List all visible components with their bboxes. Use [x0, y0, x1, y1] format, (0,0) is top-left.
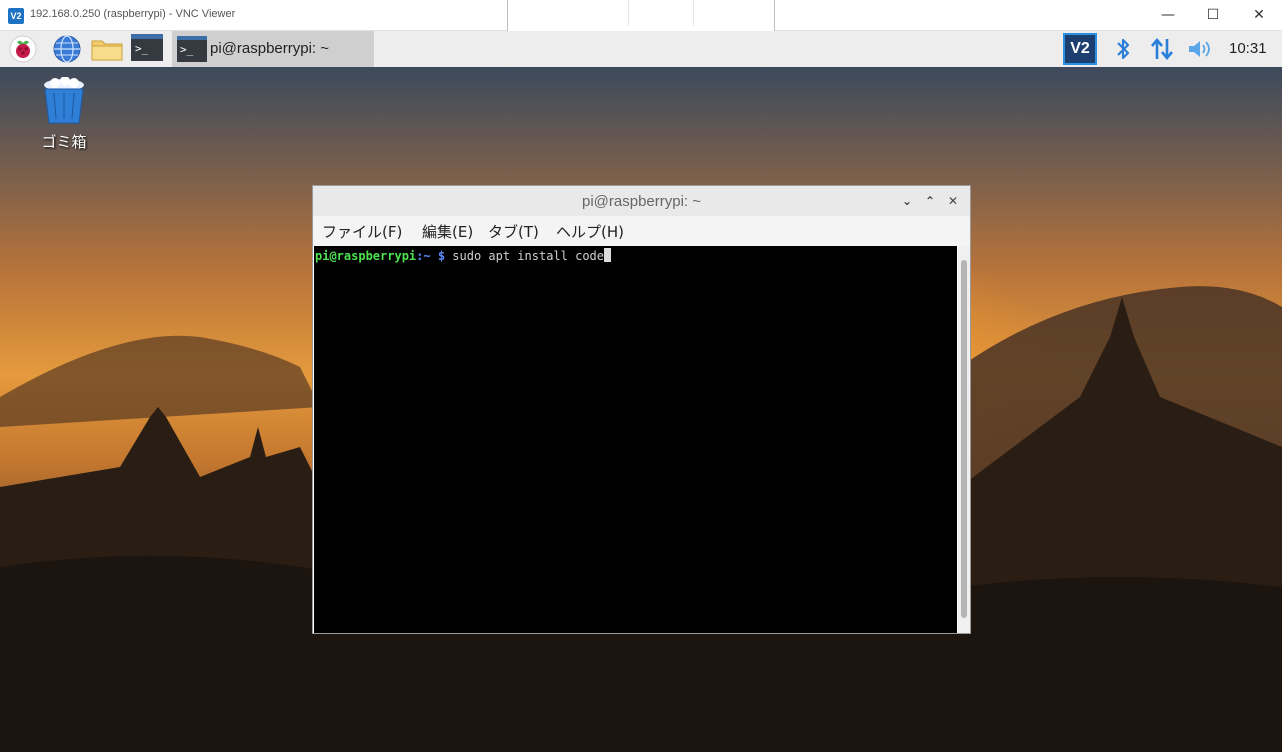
vnc-window-titlebar[interactable]: V2 192.168.0.250 (raspberrypi) - VNC Vie…: [0, 0, 1282, 33]
rpi-taskbar-panel: >_ >_ pi@raspberrypi: ~ V2 10:31: [0, 31, 1282, 67]
menu-file[interactable]: ファイル(F): [322, 221, 402, 242]
terminal-window[interactable]: pi@raspberrypi: ~ ⌄ ⌃ ✕ ファイル(F) 編集(E) タブ…: [312, 185, 971, 634]
maximize-button[interactable]: ☐: [1190, 0, 1236, 31]
terminal-scrollbar[interactable]: [958, 246, 970, 633]
menu-help[interactable]: ヘルプ(H): [556, 221, 624, 242]
close-button[interactable]: ✕: [1236, 0, 1282, 31]
raspberry-menu-icon[interactable]: [8, 34, 38, 64]
terminal-minimize-button[interactable]: ⌄: [897, 191, 917, 211]
menu-tabs[interactable]: タブ(T): [488, 221, 539, 242]
taskbar-item-terminal[interactable]: >_ pi@raspberrypi: ~: [172, 31, 374, 67]
network-updown-icon[interactable]: [1148, 34, 1176, 64]
terminal-icon[interactable]: >_: [131, 34, 163, 64]
terminal-maximize-button[interactable]: ⌃: [920, 191, 940, 211]
vnc-window-title: 192.168.0.250 (raspberrypi) - VNC Viewer: [30, 8, 236, 20]
bluetooth-icon[interactable]: [1112, 34, 1134, 64]
trash-icon: [44, 76, 84, 124]
terminal-glyph: >_: [131, 34, 163, 61]
prompt-symbol: $: [430, 249, 446, 263]
minimize-button[interactable]: —: [1145, 0, 1191, 31]
prompt-user: pi@raspberrypi: [315, 249, 417, 263]
text-cursor: [604, 248, 612, 262]
taskbar-item-label: pi@raspberrypi: ~: [210, 40, 330, 57]
file-manager-icon[interactable]: [90, 34, 123, 64]
vnc-toolbar-dropdown[interactable]: [507, 0, 775, 33]
clock[interactable]: 10:31: [1229, 40, 1267, 57]
trash-desktop-item[interactable]: ゴミ箱: [34, 76, 94, 152]
vnc-viewer-icon: V2: [8, 8, 24, 24]
menu-edit[interactable]: 編集(E): [422, 221, 473, 242]
terminal-titlebar[interactable]: pi@raspberrypi: ~ ⌄ ⌃ ✕: [313, 186, 970, 216]
terminal-output[interactable]: pi@raspberrypi:~ $ sudo apt install code: [314, 246, 957, 633]
trash-label: ゴミ箱: [41, 133, 87, 151]
terminal-title: pi@raspberrypi: ~: [581, 193, 702, 210]
terminal-icon: >_: [177, 36, 207, 62]
terminal-close-button[interactable]: ✕: [943, 191, 963, 211]
vnc-server-tray-icon[interactable]: V2: [1063, 33, 1097, 65]
command-text: sudo apt install code: [445, 249, 605, 263]
web-browser-icon[interactable]: [52, 34, 82, 64]
scrollbar-thumb[interactable]: [961, 260, 967, 618]
volume-icon[interactable]: [1186, 34, 1214, 64]
terminal-menubar: ファイル(F) 編集(E) タブ(T) ヘルプ(H): [313, 216, 970, 246]
prompt-path: :~: [416, 249, 431, 263]
